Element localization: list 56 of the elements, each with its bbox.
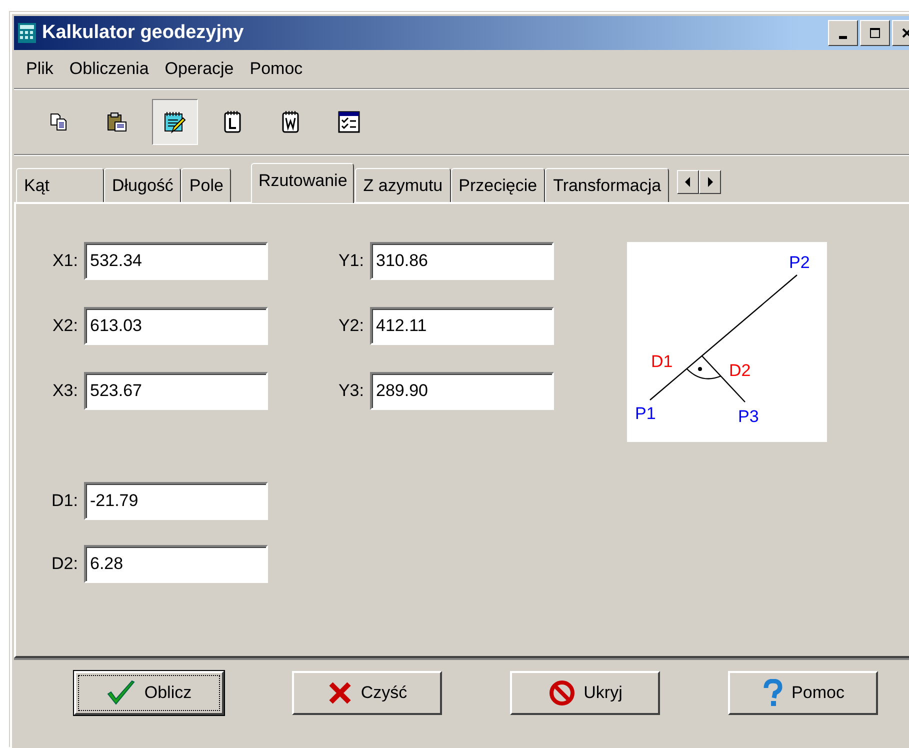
question-mark-icon bbox=[762, 679, 784, 707]
maximize-icon bbox=[869, 27, 881, 39]
action-button[interactable]: Ukryj bbox=[510, 671, 660, 715]
input-field[interactable]: 613.03 bbox=[84, 307, 268, 345]
result-field[interactable]: -21.79 bbox=[84, 482, 268, 520]
prohibited-icon bbox=[548, 679, 576, 707]
point-label: P3 bbox=[738, 407, 759, 426]
point-label: D2 bbox=[729, 361, 751, 380]
tab[interactable]: Kąt bbox=[16, 168, 104, 202]
minimize-icon bbox=[839, 36, 847, 39]
action-button[interactable]: Pomoc bbox=[728, 671, 878, 715]
calculator-icon bbox=[18, 23, 36, 43]
left-arrow-icon bbox=[684, 177, 692, 187]
field-label: Y2: bbox=[337, 316, 364, 336]
action-button[interactable]: Czyść bbox=[292, 671, 442, 715]
tab[interactable]: Długość bbox=[104, 168, 182, 202]
tab-scroll-left-button[interactable] bbox=[677, 170, 700, 194]
input-field[interactable]: 523.67 bbox=[84, 372, 268, 410]
tab[interactable]: Z azymutu bbox=[355, 168, 451, 202]
tab[interactable]: Pole bbox=[181, 168, 232, 202]
point-label: P1 bbox=[635, 404, 656, 423]
field-label: X3: bbox=[51, 381, 78, 401]
action-button[interactable]: Oblicz bbox=[74, 671, 224, 715]
menu-item[interactable]: Pomoc bbox=[242, 59, 311, 79]
input-field[interactable]: 310.86 bbox=[370, 242, 554, 280]
notepad-pencil-icon bbox=[163, 110, 187, 134]
input-field[interactable]: 412.11 bbox=[370, 307, 554, 345]
field-label: Y1: bbox=[337, 251, 364, 271]
window-title: Kalkulator geodezyjny bbox=[42, 22, 245, 44]
cross-icon bbox=[326, 680, 353, 706]
notebook-w-icon bbox=[280, 110, 302, 134]
field-label: D1: bbox=[50, 491, 78, 511]
point-label: D1 bbox=[651, 352, 673, 371]
checklist-window-icon bbox=[337, 110, 361, 134]
field-label: X1: bbox=[51, 251, 78, 271]
minimize-button[interactable] bbox=[828, 20, 858, 46]
input-field[interactable]: 289.90 bbox=[370, 372, 554, 410]
tab[interactable]: Rzutowanie bbox=[251, 163, 354, 203]
notebook-l-icon bbox=[222, 110, 244, 134]
field-label: X2: bbox=[51, 316, 78, 336]
tab[interactable]: Przecięcie bbox=[450, 168, 546, 202]
menu-item[interactable]: Obliczenia bbox=[61, 59, 157, 79]
result-field[interactable]: 6.28 bbox=[84, 545, 268, 583]
maximize-button[interactable] bbox=[860, 20, 890, 46]
paste-icon bbox=[106, 111, 128, 133]
toolbar-button[interactable] bbox=[152, 99, 198, 145]
menu-item[interactable]: Plik bbox=[18, 59, 62, 79]
tab-scroll-right-button[interactable] bbox=[699, 170, 722, 194]
field-label: Y3: bbox=[337, 381, 364, 401]
checkmark-icon bbox=[106, 680, 136, 706]
field-label: D2: bbox=[50, 554, 78, 574]
tab[interactable]: Transformacja bbox=[545, 168, 670, 202]
point-label: P2 bbox=[789, 253, 810, 272]
menu-item[interactable]: Operacje bbox=[156, 59, 242, 79]
input-field[interactable]: 532.34 bbox=[84, 242, 268, 280]
right-arrow-icon bbox=[706, 177, 714, 187]
